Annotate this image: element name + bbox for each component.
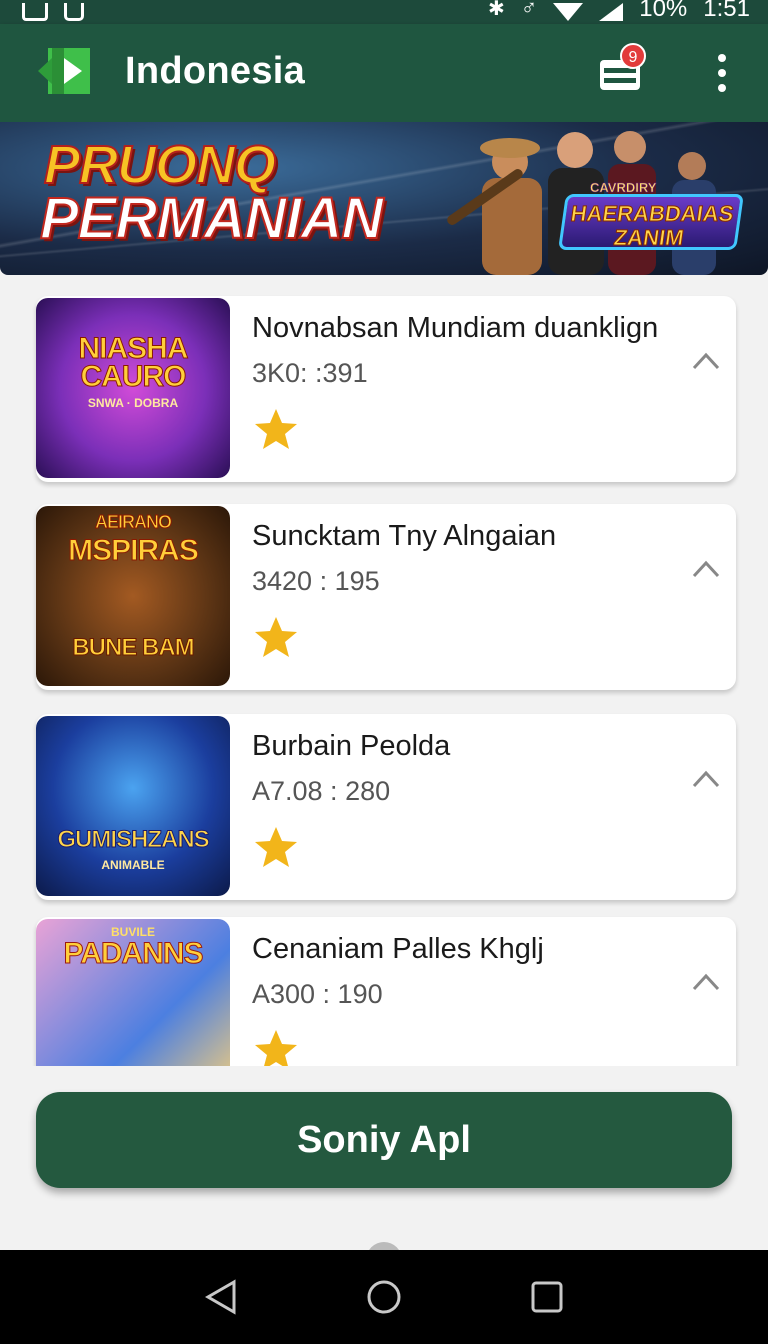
thumbnail-title-line2: PADANNS bbox=[63, 937, 204, 971]
thumbnail-title: GUMISHZANS bbox=[57, 826, 210, 854]
clock: 1:51 bbox=[703, 0, 750, 22]
star-icon[interactable] bbox=[252, 614, 300, 662]
status-bar: ✱ ♂ 10% 1:51 bbox=[0, 0, 768, 24]
thumbnail-title-line1: AEIRANO bbox=[94, 512, 172, 533]
app-meta: 3K0: :391 bbox=[252, 358, 368, 388]
primary-action-button[interactable]: Soniy Apl bbox=[36, 1092, 732, 1188]
thumbnail-subtitle: ANIMABLE bbox=[101, 858, 165, 872]
back-button[interactable] bbox=[201, 1277, 241, 1317]
banner-badge: HAERABDAIAS ZANIM bbox=[558, 194, 744, 251]
thumbnail-title-line2: MSPIRAS bbox=[68, 534, 200, 568]
home-icon bbox=[367, 1280, 401, 1314]
chevron-up-icon[interactable] bbox=[692, 973, 720, 991]
cart-badge: 9 bbox=[620, 43, 646, 69]
app-meta: 3420 : 195 bbox=[252, 566, 380, 596]
bluetooth-icon: ✱ bbox=[487, 0, 505, 20]
app-title: Cenaniam Palles Khglj bbox=[252, 933, 544, 965]
banner-badge-line2: ZANIM bbox=[612, 225, 686, 251]
alarm-icon: ♂ bbox=[520, 0, 538, 20]
app-logo-icon[interactable] bbox=[34, 44, 94, 98]
phone-notification-icon bbox=[64, 3, 84, 21]
app-title: Novnabsan Mundiam duanklign bbox=[252, 312, 659, 344]
banner-title-line2: PERMANIAN bbox=[39, 185, 384, 252]
star-icon[interactable] bbox=[252, 1027, 300, 1066]
list-item[interactable]: GUMISHZANS ANIMABLE Burbain Peolda A7.08… bbox=[36, 714, 736, 900]
chevron-up-icon[interactable] bbox=[692, 560, 720, 578]
battery-level: 10% bbox=[639, 0, 688, 22]
wifi-icon bbox=[553, 3, 584, 21]
app-title: Burbain Peolda bbox=[252, 730, 451, 762]
chevron-up-icon[interactable] bbox=[692, 770, 720, 788]
recents-button[interactable] bbox=[527, 1277, 567, 1317]
recents-icon bbox=[531, 1281, 563, 1313]
chevron-up-icon[interactable] bbox=[692, 352, 720, 370]
page-title: Indonesia bbox=[125, 50, 306, 92]
app-list[interactable]: NIASHA CAURO SNWA · DOBRA Novnabsan Mund… bbox=[0, 275, 768, 1066]
app-title: Sunck­tam Tny Alngaian bbox=[252, 520, 557, 552]
app-thumbnail[interactable]: GUMISHZANS ANIMABLE bbox=[36, 716, 230, 896]
more-options-icon[interactable] bbox=[712, 54, 732, 92]
back-icon bbox=[205, 1279, 236, 1315]
star-icon[interactable] bbox=[252, 824, 300, 872]
thumbnail-subtitle: SNWA · DOBRA bbox=[87, 396, 179, 410]
list-item[interactable]: AEIRANO MSPIRAS BUNE BAM Sunck­tam Tny A… bbox=[36, 504, 736, 690]
home-button[interactable] bbox=[364, 1277, 404, 1317]
gallery-notification-icon bbox=[22, 3, 48, 21]
app-thumbnail[interactable]: BUVILE PADANNS bbox=[36, 919, 230, 1066]
thumbnail-subtitle: BUNE BAM bbox=[72, 634, 195, 662]
thumbnail-title-line2: CAURO bbox=[80, 360, 187, 394]
system-nav-bar bbox=[0, 1250, 768, 1344]
app-thumbnail[interactable]: NIASHA CAURO SNWA · DOBRA bbox=[36, 298, 230, 478]
app-meta: A7.08 : 280 bbox=[252, 776, 391, 806]
banner-badge-line1: HAERABDAIAS bbox=[569, 201, 736, 227]
app-thumbnail[interactable]: AEIRANO MSPIRAS BUNE BAM bbox=[36, 506, 230, 686]
app-bar: Indonesia 9 bbox=[0, 24, 768, 122]
app-meta: A300 : 190 bbox=[252, 979, 383, 1009]
banner-badge-caption: CAVRDIRY bbox=[590, 180, 657, 196]
signal-icon bbox=[599, 3, 624, 21]
star-icon[interactable] bbox=[252, 406, 300, 454]
list-item[interactable]: NIASHA CAURO SNWA · DOBRA Novnabsan Mund… bbox=[36, 296, 736, 482]
list-item[interactable]: BUVILE PADANNS Cenaniam Palles Khglj A30… bbox=[36, 917, 736, 1066]
